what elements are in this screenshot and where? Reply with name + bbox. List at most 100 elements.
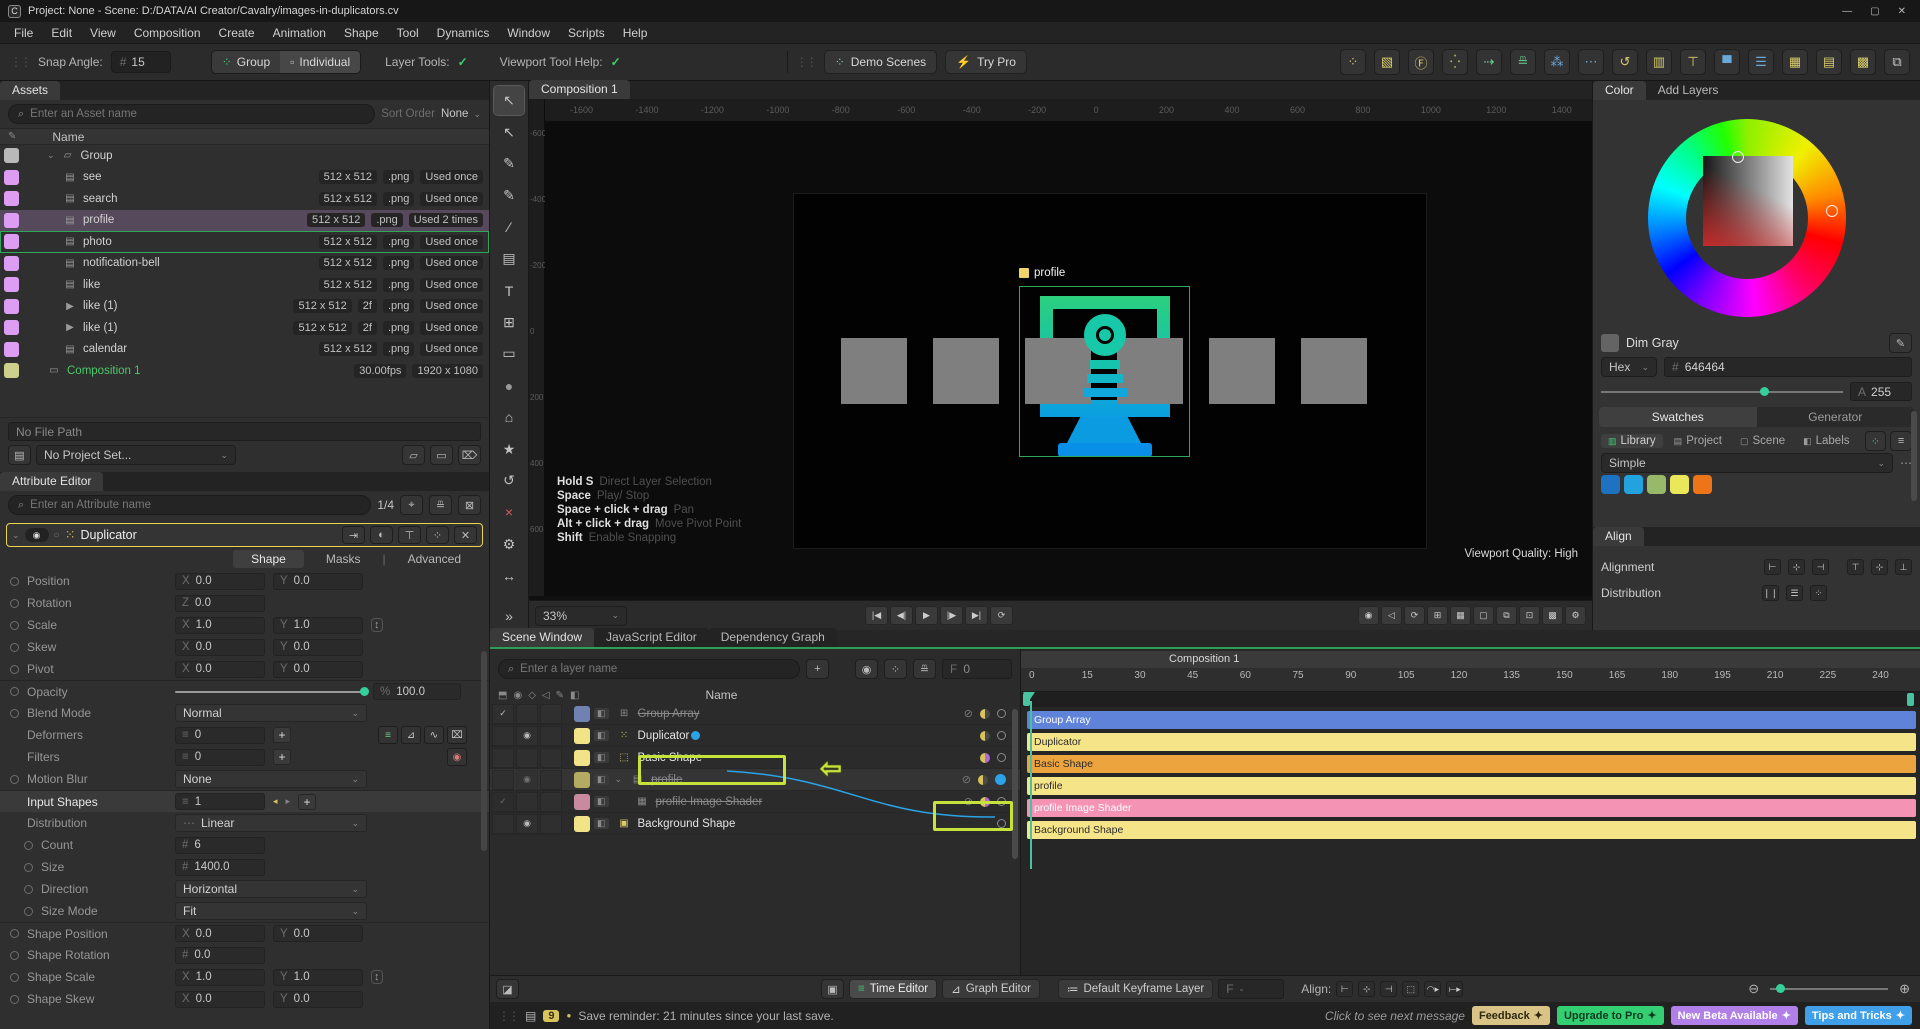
add-button[interactable]: + — [273, 727, 291, 743]
tool-direct-select[interactable]: ↖ — [494, 118, 524, 147]
tab-shape[interactable]: Shape — [233, 550, 304, 568]
dist-free-button[interactable]: ⁘ — [1810, 585, 1827, 601]
attr-row-skew[interactable]: Skew X 0.0 Y 0.0 — [0, 636, 489, 658]
alpha-knob[interactable] — [1760, 386, 1769, 396]
clear-search-button[interactable]: ⊠ — [458, 495, 481, 515]
value-field[interactable]: X 1.0 — [175, 616, 265, 634]
kf-align-right-button[interactable]: ⊣ — [1380, 981, 1398, 997]
asset-row[interactable]: ⌄ ▱ Group — [0, 145, 489, 167]
hex-field[interactable]: #646464 — [1664, 357, 1912, 377]
file-path-field[interactable]: No File Path — [8, 422, 481, 441]
columns-button[interactable]: ▦ — [1782, 49, 1808, 75]
zoom-out-icon[interactable]: ⊖ — [1748, 981, 1759, 997]
filter-settings-button[interactable]: ≞ — [913, 659, 936, 679]
attr-row-size-mode[interactable]: Size Mode Fit ⌄ — [0, 900, 489, 922]
value-field[interactable]: #0.0 — [175, 946, 265, 964]
attr-row-shape-position[interactable]: Shape Position X 0.0 Y 0.0 — [0, 922, 489, 944]
snap-angle-field[interactable]: #15 — [110, 51, 171, 73]
asset-color-chip[interactable] — [4, 255, 19, 271]
next-icon[interactable]: ▸ — [286, 796, 291, 807]
feedback-button[interactable]: Feedback ✦ — [1471, 1006, 1550, 1025]
settings-button[interactable]: ⚙ — [1565, 606, 1586, 625]
playhead-icon[interactable] — [1023, 692, 1035, 701]
duplicated-square[interactable] — [1209, 338, 1275, 404]
asset-color-chip[interactable] — [4, 363, 19, 379]
wave-button[interactable]: ∿ — [424, 726, 444, 744]
tab-javascript-editor[interactable]: JavaScript Editor — [594, 628, 709, 647]
forge-f-button[interactable]: Ⓕ — [1408, 49, 1434, 75]
align-shapes-button[interactable]: ≞ — [1510, 49, 1536, 75]
grid-view-button[interactable]: ⁘ — [1864, 431, 1887, 451]
keyframe-icon[interactable] — [10, 774, 19, 784]
bounds-button[interactable]: ▢ — [1473, 606, 1494, 625]
value-field[interactable]: X 0.0 — [175, 990, 265, 1008]
refresh-button[interactable]: ⟳ — [1404, 606, 1425, 625]
individual-mode-button[interactable]: ▫ Individual — [280, 51, 361, 73]
add-button[interactable]: + — [298, 793, 317, 810]
keyframe-icon[interactable] — [10, 664, 19, 674]
attr-row-opacity[interactable]: Opacity% 100.0 — [0, 680, 489, 702]
layer-row[interactable]: ◉ ◧ ⁙ Duplicator — [490, 725, 1020, 747]
in-out-toggle[interactable] — [978, 774, 988, 785]
attr-search-input[interactable] — [30, 499, 362, 511]
attr-row-rotation[interactable]: Rotation Z 0.0 — [0, 592, 489, 614]
enabled-cell[interactable] — [492, 725, 514, 746]
attr-row-shape-skew[interactable]: Shape Skew X 0.0 Y 0.0 — [0, 988, 489, 1010]
marquee-button[interactable]: ⬚ — [1402, 981, 1420, 997]
guides-button[interactable]: ▦ — [1450, 606, 1471, 625]
label-filter-button[interactable]: ◪ — [496, 979, 519, 999]
swatch[interactable] — [1693, 475, 1712, 494]
minimize-button[interactable]: — — [1842, 6, 1852, 17]
asset-color-chip[interactable] — [4, 212, 19, 228]
trim-t-button[interactable]: ⊤ — [1680, 49, 1706, 75]
tab-align[interactable]: Align — [1593, 527, 1644, 546]
attr-row-shape-scale[interactable]: Shape Scale X 1.0 Y 1.0 ↕ — [0, 966, 489, 988]
magic-filter-button[interactable]: ⁘ — [884, 659, 907, 679]
arc-button[interactable]: ↺ — [1612, 49, 1638, 75]
menu-animation[interactable]: Animation — [265, 24, 334, 42]
tab-add-layers[interactable]: Add Layers — [1645, 81, 1731, 100]
visibility-cell[interactable]: ◉ — [516, 725, 538, 746]
next-message-link[interactable]: Click to see next message — [1325, 1009, 1465, 1023]
attr-row-filters[interactable]: Filters ≡ 0 + ◉ — [0, 746, 489, 768]
visibility-cell[interactable] — [516, 703, 538, 724]
asset-color-chip[interactable] — [4, 298, 19, 314]
value-field[interactable]: X 0.0 — [175, 572, 265, 590]
value-field[interactable]: X 0.0 — [175, 925, 265, 942]
maximize-button[interactable]: ▢ — [1870, 6, 1879, 17]
tool-camera[interactable]: ▤ — [494, 245, 524, 274]
asset-color-chip[interactable] — [4, 320, 19, 336]
value-field[interactable]: Y 0.0 — [273, 572, 363, 590]
layer-color-chip[interactable] — [574, 705, 590, 722]
extra-cell[interactable] — [540, 725, 562, 746]
dropdown[interactable]: Horizontal ⌄ — [175, 880, 367, 898]
no-entry-icon[interactable]: ⊘ — [962, 773, 971, 786]
keyframe-icon[interactable] — [10, 950, 19, 960]
layer-tools-check-icon[interactable]: ✓ — [458, 55, 468, 69]
trails-button[interactable]: ⁂ — [1544, 49, 1570, 75]
keyframe-icon[interactable] — [10, 708, 19, 718]
menu-help[interactable]: Help — [615, 24, 656, 42]
composition-button[interactable]: ▭ — [430, 445, 453, 465]
graph-editor-button[interactable]: ⊿ Graph Editor — [942, 979, 1040, 999]
dropdown[interactable]: ⋯ Linear ⌄ — [175, 814, 367, 832]
asset-color-chip[interactable] — [4, 169, 19, 185]
pick-attribute-button[interactable]: ⌖ — [400, 495, 423, 515]
play-button[interactable]: ▶ — [915, 606, 938, 625]
audio-button[interactable]: ◁ — [1381, 606, 1402, 625]
tool-width-tool[interactable]: ↔ — [494, 562, 524, 591]
tab-assets[interactable]: Assets — [0, 81, 61, 100]
dash-button[interactable]: ⌧ — [447, 726, 467, 744]
opacity-slider[interactable] — [175, 686, 369, 696]
tab-advanced[interactable]: Advanced — [390, 550, 479, 568]
layer-row[interactable]: ◉ ◧ ⌄ ▤ profile ⊘ — [490, 769, 1020, 791]
kf-align-center-button[interactable]: ⊹ — [1358, 981, 1376, 997]
list-view-button[interactable]: ≡ — [1890, 431, 1912, 451]
asset-row[interactable]: ▤ photo 512 x 512 .png Used once — [0, 231, 489, 253]
asset-row[interactable]: ▤ like 512 x 512 .png Used once — [0, 274, 489, 296]
enabled-cell[interactable] — [492, 769, 514, 790]
asset-color-chip[interactable] — [4, 234, 19, 250]
duplicated-square[interactable] — [933, 338, 999, 404]
asset-row[interactable]: ▶ like (1) 512 x 512 2f .png Used once — [0, 296, 489, 318]
layer-scrollbar[interactable] — [1012, 709, 1018, 859]
